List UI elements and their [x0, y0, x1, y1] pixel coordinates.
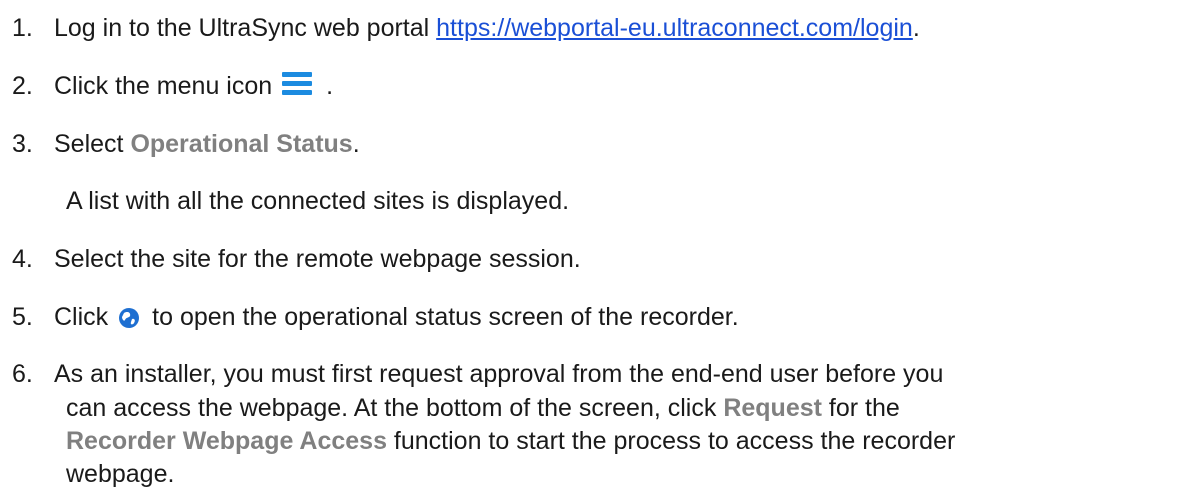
- globe-icon: [118, 305, 140, 338]
- step-end: .: [352, 130, 360, 158]
- step-text: for the: [821, 394, 900, 422]
- step-number: 2.: [12, 72, 33, 100]
- step-5: 5. Click to open the operational status sc…: [12, 301, 1198, 338]
- step-text: function to start the process to access …: [386, 427, 956, 455]
- step-text: Click the menu icon: [54, 72, 273, 100]
- step-6-line-2: can access the webpage. At the bottom of…: [66, 392, 1198, 425]
- step-6: 6. As an installer, you must first reques…: [12, 358, 1198, 391]
- step-text-before: Click: [54, 303, 109, 331]
- ui-term-operational-status: Operational Status: [130, 130, 353, 158]
- step-text: Log in to the UltraSync web portal: [54, 14, 437, 42]
- step-number: 3.: [12, 130, 33, 158]
- portal-login-link[interactable]: https://webportal-eu.ultraconnect.com/lo…: [436, 14, 913, 42]
- step-number: 5.: [12, 303, 33, 331]
- step-text: Select: [54, 130, 131, 158]
- step-3: 3. Select Operational Status.: [12, 128, 1198, 161]
- ui-term-recorder-webpage-access: Recorder Webpage Access: [66, 427, 387, 455]
- step-line-1: As an installer, you must first request …: [54, 360, 944, 388]
- step-end: .: [326, 72, 334, 100]
- step-6-line-3: Recorder Webpage Access function to star…: [66, 425, 1198, 458]
- step-end: .: [912, 14, 920, 42]
- step-number: 1.: [12, 14, 33, 42]
- step-4: 4. Select the site for the remote webpage…: [12, 243, 1198, 276]
- step-text: Select the site for the remote webpage s…: [54, 245, 581, 273]
- step-text: to open the operational status screen of…: [152, 303, 739, 331]
- step-text: webpage.: [66, 460, 175, 488]
- step-number: 4.: [12, 245, 33, 273]
- menu-icon: [282, 72, 313, 96]
- step-2: 2. Click the menu icon.: [12, 70, 1198, 103]
- ui-term-request: Request: [723, 394, 822, 422]
- step-number: 6.: [12, 360, 33, 388]
- step-text: can access the webpage. At the bottom of…: [66, 394, 724, 422]
- step-6-line-4: webpage.: [66, 458, 1198, 491]
- step-1: 1. Log in to the UltraSync web portal htt…: [12, 12, 1198, 45]
- step-3-note: A list with all the connected sites is d…: [66, 187, 570, 215]
